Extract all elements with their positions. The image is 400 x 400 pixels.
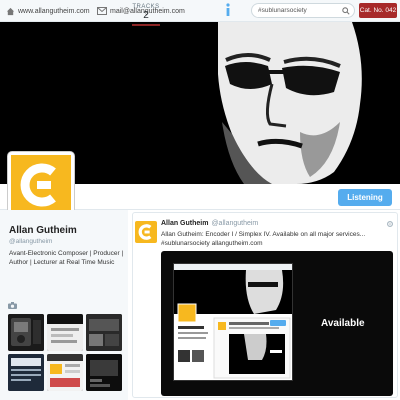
profile-screenshot-image [174,264,292,380]
media-thumbnail[interactable] [86,314,122,351]
top-bar: www.allangutheim.com mail@allangutheim.c… [0,0,400,22]
tweet-text: Allan Gutheim: Encoder I / Simplex IV. A… [161,231,366,247]
tweet-media[interactable]: Available [161,251,393,396]
mail-icon [97,7,107,15]
tweet-author-handle: @allangutheim [211,220,259,227]
active-tab-underline [132,24,160,26]
website-text: www.allangutheim.com [18,7,90,15]
search-icon[interactable] [342,6,350,15]
media-thumbnail[interactable] [86,354,122,391]
tweet-author-name: Allan Gutheim [161,220,209,227]
tweet-avatar[interactable] [135,221,157,243]
tab-tracks[interactable]: TRACKS 2 [126,4,166,26]
search-field[interactable]: #sublunarsociety [251,3,355,18]
profile-name: Allan Gutheim [9,225,77,236]
screenshot-image [47,354,83,391]
media-thumbnail[interactable] [47,314,83,351]
screenshot-image [47,314,83,351]
profile-handle[interactable]: @allangutheim [9,238,52,245]
media-gallery [8,314,122,394]
screenshot-image [86,314,122,351]
avatar[interactable] [8,152,74,218]
info-icon[interactable] [224,3,232,17]
tweet-author[interactable]: Allan Gutheim @allangutheim [161,220,258,227]
logo-icon [138,224,152,240]
media-preview [173,263,293,381]
website-link[interactable]: www.allangutheim.com [6,0,90,22]
device-image [8,314,44,351]
catalog-text: Cat. No. 042 [359,7,397,14]
avatar-logo [11,155,71,215]
profile-bio: Avant-Electronic Composer | Producer | A… [9,250,124,266]
media-thumbnail[interactable] [8,354,44,391]
media-thumbnail[interactable] [8,314,44,351]
screenshot-image [8,354,44,391]
listening-button[interactable]: Listening [338,189,392,206]
tracks-count: 2 [143,10,149,21]
media-thumbnail[interactable] [47,354,83,391]
screenshot-image [86,354,122,391]
camera-icon[interactable] [8,302,17,309]
catalog-badge[interactable]: Cat. No. 042 [359,3,397,18]
media-label: Available [321,318,365,329]
gear-icon[interactable] [386,220,394,228]
logo-icon [20,163,56,207]
search-input[interactable]: #sublunarsociety [258,7,342,14]
home-icon [6,7,15,15]
